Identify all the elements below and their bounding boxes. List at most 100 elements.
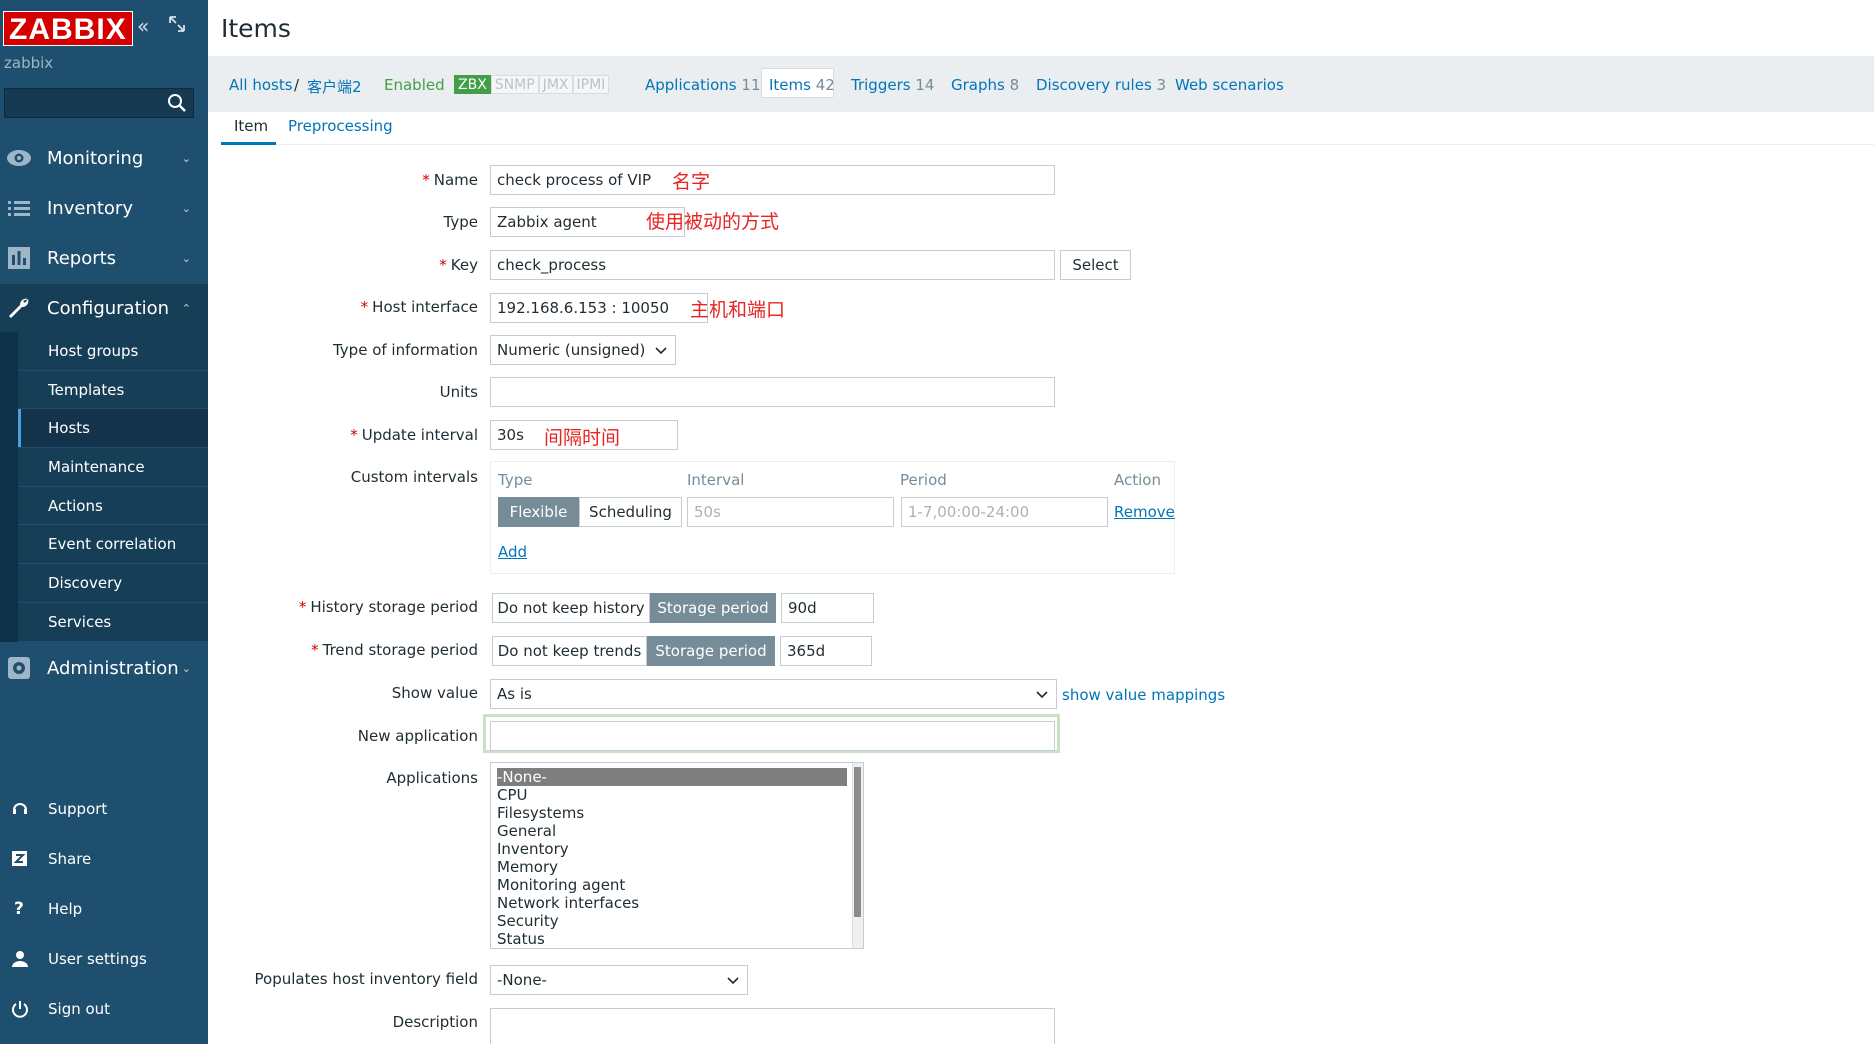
- ci-flexible-button[interactable]: Flexible: [498, 497, 579, 527]
- collapse-sidebar-icon[interactable]: «: [137, 14, 149, 38]
- zabbix-logo[interactable]: ZABBIX: [3, 11, 133, 46]
- nav-reports[interactable]: Reports ⌄: [0, 234, 208, 282]
- nav-sign-out-label: Sign out: [48, 1000, 111, 1018]
- application-option[interactable]: General: [491, 822, 863, 840]
- application-option[interactable]: Network interfaces: [491, 894, 863, 912]
- nav-configuration-label: Configuration: [47, 297, 170, 319]
- breadcrumb-separator: /: [294, 76, 300, 94]
- nav-user-settings[interactable]: User settings: [0, 939, 208, 979]
- annotation-update-interval: 间隔时间: [544, 427, 621, 449]
- trend-storage-period-button[interactable]: Storage period: [647, 636, 775, 666]
- listbox-scrollbar[interactable]: [852, 763, 863, 948]
- units-label: Units: [439, 383, 478, 401]
- scrollbar-thumb[interactable]: [854, 767, 861, 917]
- trend-storage-input[interactable]: 365d: [780, 636, 872, 666]
- application-option[interactable]: Inventory: [491, 840, 863, 858]
- new-application-label: New application: [357, 727, 478, 745]
- nav-user-settings-label: User settings: [48, 950, 147, 968]
- show-value-select[interactable]: As is: [490, 679, 1057, 709]
- tab-item[interactable]: Item: [234, 117, 268, 135]
- search-input[interactable]: [4, 88, 194, 118]
- sidebar-item-actions[interactable]: Actions: [18, 486, 208, 526]
- application-option[interactable]: -None-: [497, 768, 847, 786]
- ci-add-link[interactable]: Add: [498, 543, 527, 561]
- server-name: zabbix: [4, 54, 54, 72]
- host-enabled-status[interactable]: Enabled: [384, 76, 445, 94]
- history-storage-period-button[interactable]: Storage period: [650, 593, 776, 623]
- items-link[interactable]: Items 42: [769, 76, 835, 94]
- update-interval-label: * Update interval: [350, 426, 478, 444]
- ci-scheduling-button[interactable]: Scheduling: [579, 497, 682, 527]
- graphs-label: Graphs: [951, 76, 1005, 94]
- new-application-input[interactable]: [490, 721, 1055, 751]
- nav-support-label: Support: [48, 800, 108, 818]
- ci-interval-input[interactable]: 50s: [687, 497, 894, 527]
- application-option[interactable]: Filesystems: [491, 804, 863, 822]
- nav-share[interactable]: Share: [0, 839, 208, 879]
- type-of-information-select[interactable]: Numeric (unsigned): [490, 335, 676, 365]
- configuration-submenu: Host groups Templates Hosts Maintenance …: [18, 332, 208, 642]
- applications-listbox[interactable]: -None- CPU Filesystems General Inventory…: [490, 762, 864, 949]
- nav-reports-label: Reports: [47, 247, 117, 269]
- search-icon[interactable]: [167, 93, 187, 113]
- bar-chart-icon: [8, 247, 30, 269]
- description-textarea[interactable]: [490, 1008, 1055, 1044]
- annotation-type: 使用被动的方式: [646, 211, 780, 233]
- graphs-link[interactable]: Graphs 8: [951, 76, 1019, 94]
- triggers-link[interactable]: Triggers 14: [851, 76, 934, 94]
- headset-icon: [13, 803, 27, 814]
- all-hosts-link[interactable]: All hosts: [229, 76, 293, 94]
- inventory-field-select[interactable]: -None-: [490, 965, 748, 995]
- key-select-button[interactable]: Select: [1060, 250, 1131, 280]
- history-storage-input[interactable]: 90d: [781, 593, 874, 623]
- ci-remove-link[interactable]: Remove: [1114, 503, 1175, 521]
- sidebar-item-discovery[interactable]: Discovery: [18, 564, 208, 603]
- host-interface-select[interactable]: 192.168.6.153 : 10050: [490, 293, 708, 323]
- sidebar-item-maintenance[interactable]: Maintenance: [18, 448, 208, 487]
- ipmi-status-badge: IPMI: [572, 75, 610, 94]
- application-option[interactable]: Status: [491, 930, 863, 948]
- sidebar-item-hosts[interactable]: Hosts: [18, 409, 208, 449]
- nav-sign-out[interactable]: Sign out: [0, 989, 208, 1029]
- snmp-status-badge: SNMP: [490, 75, 539, 94]
- tab-preprocessing[interactable]: Preprocessing: [288, 117, 393, 135]
- trend-do-not-keep-button[interactable]: Do not keep trends: [492, 636, 647, 666]
- application-option[interactable]: Security: [491, 912, 863, 930]
- applications-label: Applications: [386, 769, 478, 787]
- sidebar-item-templates[interactable]: Templates: [18, 370, 208, 410]
- discovery-rules-label: Discovery rules: [1036, 76, 1152, 94]
- chevron-down-icon: ⌄: [181, 151, 191, 165]
- inventory-field-label: Populates host inventory field: [254, 970, 478, 988]
- application-option[interactable]: Monitoring agent: [491, 876, 863, 894]
- nav-help[interactable]: ? Help: [0, 889, 208, 929]
- jmx-status-badge: JMX: [538, 75, 573, 94]
- tab-divider: [221, 144, 1874, 145]
- kiosk-mode-icon[interactable]: [168, 14, 186, 38]
- nav-share-label: Share: [48, 850, 92, 868]
- sidebar-item-services[interactable]: Services: [18, 602, 208, 642]
- items-count: 42: [815, 76, 835, 94]
- application-option[interactable]: CPU: [491, 786, 863, 804]
- application-option[interactable]: Memory: [491, 858, 863, 876]
- triggers-count: 14: [915, 76, 935, 94]
- units-input[interactable]: [490, 377, 1055, 407]
- chevron-up-icon: ⌃: [181, 301, 191, 315]
- name-input[interactable]: check process of VIP: [490, 165, 1055, 195]
- nav-inventory[interactable]: Inventory ⌄: [0, 184, 208, 232]
- chevron-down-icon: [1036, 691, 1048, 699]
- web-scenarios-link[interactable]: Web scenarios: [1175, 76, 1284, 94]
- items-label: Items: [769, 76, 811, 94]
- nav-monitoring[interactable]: Monitoring ⌄: [0, 134, 208, 182]
- key-input[interactable]: check_process: [490, 250, 1055, 280]
- ci-period-input[interactable]: 1-7,00:00-24:00: [901, 497, 1108, 527]
- host-link[interactable]: 客户端2: [307, 76, 362, 97]
- sidebar-item-host-groups[interactable]: Host groups: [18, 332, 208, 371]
- applications-link[interactable]: Applications 11: [645, 76, 761, 94]
- show-value-mappings-link[interactable]: show value mappings: [1062, 686, 1225, 704]
- history-do-not-keep-button[interactable]: Do not keep history: [492, 593, 650, 623]
- nav-support[interactable]: Support: [0, 789, 208, 829]
- nav-configuration[interactable]: Configuration ⌃: [0, 284, 208, 332]
- sidebar-item-event-correlation[interactable]: Event correlation: [18, 525, 208, 565]
- nav-administration[interactable]: Administration ⌄: [0, 644, 208, 692]
- discovery-rules-link[interactable]: Discovery rules 3: [1036, 76, 1166, 94]
